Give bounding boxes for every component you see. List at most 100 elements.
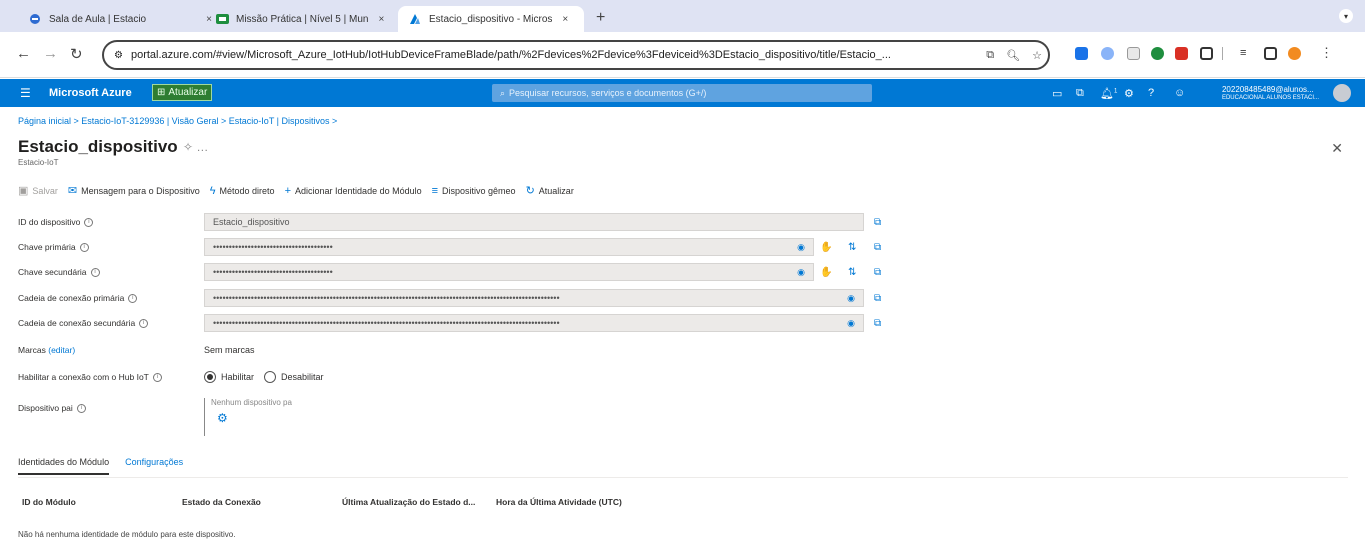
set-parent-gear-icon[interactable]: ⚙ [217,411,314,425]
extension-translate-icon[interactable] [1075,47,1088,60]
copy-icon[interactable]: ⧉ [874,267,881,278]
column-header[interactable]: Hora da Última Atividade (UTC) [496,497,622,507]
enable-connection-label: Habilitar a conexão com o Hub IoT i [18,372,204,383]
copy-icon[interactable]: ⧉ [874,242,881,253]
twin-icon: ≡ [431,184,439,197]
close-icon[interactable]: ✕ [1331,140,1343,157]
show-eye-icon[interactable]: ◉ [847,293,855,304]
page-title: Estacio_dispositivo [18,137,178,156]
bookmark-star-icon[interactable]: ☆ [1032,49,1042,62]
pin-icon[interactable]: ✧ … [183,140,208,154]
show-eye-icon[interactable]: ◉ [797,267,805,278]
primary-key-field[interactable]: •••••••••••••••••••••••••••••••••••••• ◉ [204,238,814,256]
extension-green-icon[interactable] [1151,47,1164,60]
extension-puzzle-icon[interactable] [1200,47,1213,60]
info-icon[interactable]: i [76,404,86,414]
column-header[interactable]: Estado da Conexão [182,497,261,507]
secondary-key-row: Chave secundária i ••••••••••••••••••••••… [18,262,898,282]
device-twin-button[interactable]: ≡ Dispositivo gêmeo [432,185,516,197]
info-icon[interactable]: i [84,218,94,228]
refresh-button[interactable]: ↻ Atualizar [526,184,574,197]
disable-radio[interactable]: Desabilitar [264,371,324,383]
more-options-icon[interactable]: … [196,140,208,154]
column-header[interactable]: Última Atualização do Estado d... [342,497,475,507]
classroom-favicon-icon [215,12,229,26]
regenerate-icon[interactable]: ⇅ [848,267,856,278]
notifications-bell-icon[interactable]: 🔔︎1 [1100,87,1117,100]
directory-filter-icon[interactable]: ⧉ [1076,87,1084,100]
upgrade-button[interactable]: ⊞ Atualizar [152,84,213,101]
user-account[interactable]: 202208485489@alunos... EDUCACIONAL ALUNO… [1222,85,1319,103]
page-subtitle: Estacio-IoT [18,158,59,167]
tab-module-identities[interactable]: Identidades do Módulo [18,457,110,475]
browser-tab-sala-de-aula[interactable]: Sala de Aula | Estacio × [18,6,222,32]
forward-arrow-icon[interactable]: → [43,45,58,62]
primary-connection-field[interactable]: ••••••••••••••••••••••••••••••••••••••••… [204,289,864,307]
tab-configurations[interactable]: Configurações [125,457,183,475]
edit-tags-link[interactable]: (editar) [48,345,75,355]
breadcrumb[interactable]: Página inicial > Estacio-IoT-3129936 | V… [18,116,337,126]
copy-icon[interactable]: ⧉ [874,293,881,304]
close-tab-icon[interactable]: × [562,14,568,25]
extension-red-icon[interactable] [1175,47,1188,60]
secondary-key-field[interactable]: •••••••••••••••••••••••••••••••••••••• ◉ [204,263,814,281]
thumbs-up-icon[interactable]: ✋ [820,242,832,253]
avatar[interactable] [1333,84,1351,102]
device-id-field[interactable]: Estacio_dispositivo [204,213,864,231]
site-info-icon[interactable]: ⚙ [114,50,123,61]
message-to-device-button[interactable]: ✉ Mensagem para o Dispositivo [68,184,200,197]
tags-row: Marcas (editar) Sem marcas [18,340,898,360]
tags-label-text: Marcas [18,345,46,355]
global-search-input[interactable]: ⌕ Pesquisar recursos, serviços e documen… [492,84,872,102]
thumbs-up-icon[interactable]: ✋ [820,267,832,278]
extension-grid-icon[interactable] [1127,47,1140,60]
secondary-connection-field[interactable]: ••••••••••••••••••••••••••••••••••••••••… [204,314,864,332]
save-button[interactable]: ▣ Salvar [18,184,58,197]
user-org: EDUCACIONAL ALUNOS ESTACI... [1221,95,1319,101]
add-module-identity-button[interactable]: + Adicionar Identidade do Módulo [285,185,422,197]
help-icon[interactable]: ? [1148,87,1154,99]
settings-gear-icon[interactable]: ⚙ [1124,87,1134,100]
column-header[interactable]: ID do Módulo [22,497,76,507]
browser-menu-icon[interactable]: ⋮ [1320,45,1333,61]
feedback-icon[interactable]: ☺ [1174,87,1185,99]
azure-brand[interactable]: Microsoft Azure [49,87,132,99]
copy-icon[interactable]: ⧉ [874,318,881,329]
secondary-key-label-text: Chave secundária [18,266,87,277]
install-app-icon[interactable]: ⧉ [986,49,994,62]
hamburger-menu-icon[interactable]: ☰ [20,86,31,100]
primary-conn-value: ••••••••••••••••••••••••••••••••••••••••… [213,293,560,303]
tab-search-icon[interactable]: ▾ [1339,9,1353,23]
device-id-label: ID do dispositivo i [18,217,204,228]
info-icon[interactable]: i [79,243,89,253]
cloud-shell-icon[interactable]: ▭ [1052,87,1062,100]
extension-blue-icon[interactable] [1101,47,1114,60]
new-tab-button[interactable]: + [596,9,605,27]
browser-toolbar: ← → ↻ ⚙ portal.azure.com/#view/Microsoft… [0,32,1365,78]
copy-icon[interactable]: ⧉ [874,217,881,228]
info-icon[interactable]: i [90,268,100,278]
reading-list-icon[interactable]: ≡ [1240,47,1253,60]
show-eye-icon[interactable]: ◉ [847,318,855,329]
address-bar[interactable]: ⚙ portal.azure.com/#view/Microsoft_Azure… [102,40,1050,70]
browser-tab-missao-pratica[interactable]: Missão Prática | Nível 5 | Mun × [205,6,394,32]
regenerate-icon[interactable]: ⇅ [848,242,856,253]
primary-key-row: Chave primária i ••••••••••••••••••••••••… [18,237,898,257]
info-icon[interactable]: i [152,373,162,383]
close-tab-icon[interactable]: × [378,14,384,25]
reload-icon[interactable]: ↻ [70,45,83,63]
zoom-icon[interactable]: 🔍︎ [1006,49,1020,62]
direct-method-button[interactable]: ϟ Método direto [210,185,275,197]
info-icon[interactable]: i [128,294,138,304]
side-panel-icon[interactable] [1264,47,1277,60]
enable-radio[interactable]: Habilitar [204,371,254,383]
parent-device-label: Dispositivo pai i [18,403,198,414]
back-arrow-icon[interactable]: ← [16,45,31,62]
profile-avatar-icon[interactable] [1288,47,1301,60]
parent-device-box: Nenhum dispositivo pa ⚙ [204,398,314,436]
browser-tab-estacio-dispositivo[interactable]: Estacio_dispositivo - Micros × [398,6,584,32]
primary-key-value: •••••••••••••••••••••••••••••••••••••• [213,242,333,252]
direct-method-label: Método direto [219,185,275,196]
info-icon[interactable]: i [139,319,149,329]
show-eye-icon[interactable]: ◉ [797,242,805,253]
